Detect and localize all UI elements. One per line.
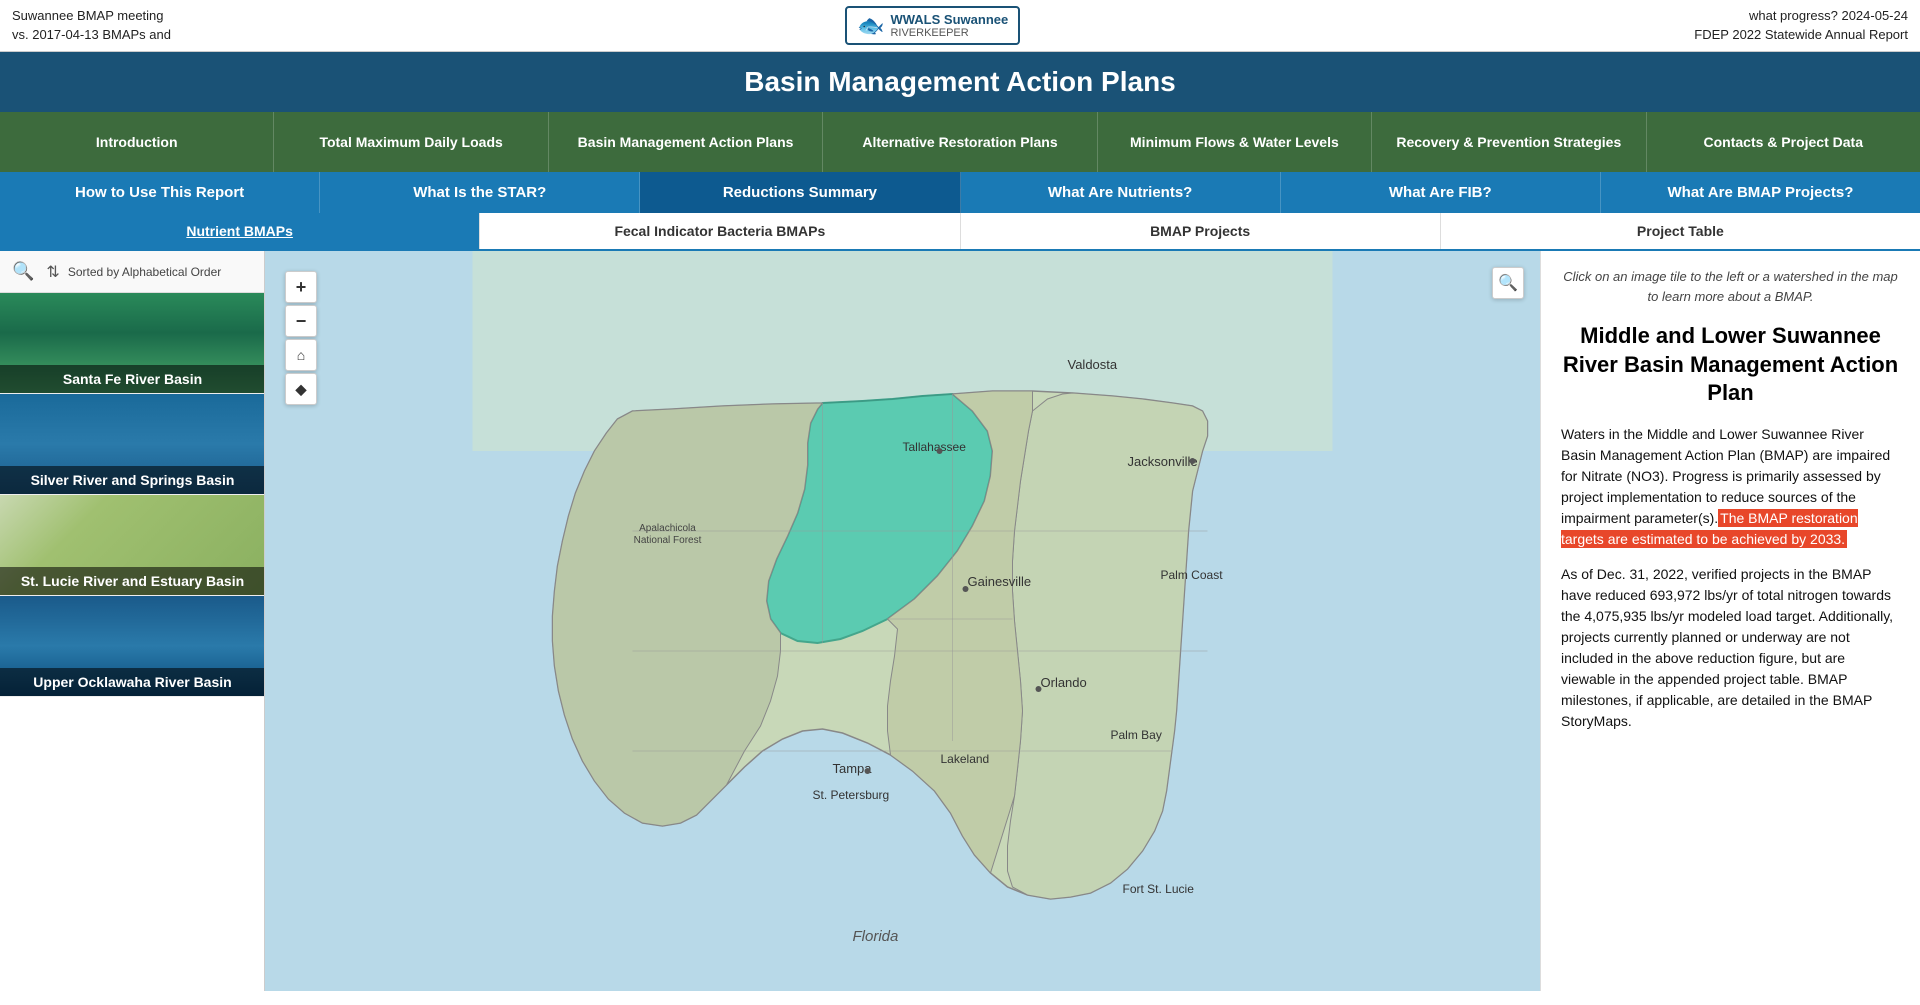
zoom-in-button[interactable]: + bbox=[285, 271, 317, 303]
sidebar-header: 🔍 ⇅ Sorted by Alphabetical Order bbox=[0, 251, 264, 293]
basin-label-upper-ock: Upper Ocklawaha River Basin bbox=[0, 668, 265, 696]
nav2-fib[interactable]: What Are FIB? bbox=[1281, 172, 1601, 213]
top-bar-logo: 🐟 WWALS Suwannee RIVERKEEPER bbox=[845, 6, 1020, 46]
svg-text:Orlando: Orlando bbox=[1041, 675, 1087, 690]
sidebar: 🔍 ⇅ Sorted by Alphabetical Order Santa F… bbox=[0, 251, 265, 991]
svg-text:Palm Bay: Palm Bay bbox=[1111, 728, 1162, 742]
bmap-para1: Waters in the Middle and Lower Suwannee … bbox=[1561, 424, 1900, 550]
main-content: 🔍 ⇅ Sorted by Alphabetical Order Santa F… bbox=[0, 251, 1920, 991]
hint-text: Click on an image tile to the left or a … bbox=[1561, 267, 1900, 306]
search-icon[interactable]: 🔍 bbox=[12, 261, 34, 282]
svg-text:Tallahassee: Tallahassee bbox=[903, 440, 967, 454]
top-bar-right: what progress? 2024-05-24 FDEP 2022 Stat… bbox=[1694, 7, 1908, 43]
svg-text:Florida: Florida bbox=[853, 928, 899, 945]
nav3-fib-bmaps[interactable]: Fecal Indicator Bacteria BMAPs bbox=[480, 213, 960, 249]
nav1-introduction[interactable]: Introduction bbox=[0, 112, 274, 172]
top-bar-left: Suwannee BMAP meeting vs. 2017-04-13 BMA… bbox=[12, 7, 171, 43]
map-controls: + − ⌂ ◆ bbox=[285, 271, 317, 405]
nav-bar-1: Introduction Total Maximum Daily Loads B… bbox=[0, 112, 1920, 172]
nav2-reductions[interactable]: Reductions Summary bbox=[640, 172, 960, 213]
basin-label-santa-fe: Santa Fe River Basin bbox=[0, 365, 265, 393]
svg-text:Lakeland: Lakeland bbox=[941, 752, 990, 766]
logo-name: WWALS Suwannee bbox=[890, 12, 1008, 28]
basin-item-st-lucie[interactable]: St. Lucie River and Estuary Basin bbox=[0, 495, 264, 596]
nav3-project-table[interactable]: Project Table bbox=[1441, 213, 1920, 249]
nav2-how-to-use[interactable]: How to Use This Report bbox=[0, 172, 320, 213]
nav1-recovery[interactable]: Recovery & Prevention Strategies bbox=[1372, 112, 1646, 172]
basin-thumb-santa-fe: Santa Fe River Basin bbox=[0, 293, 265, 393]
main-title: Basin Management Action Plans bbox=[0, 52, 1920, 112]
svg-text:National Forest: National Forest bbox=[634, 535, 702, 546]
nav1-alt-restoration[interactable]: Alternative Restoration Plans bbox=[823, 112, 1097, 172]
nav-bar-3: Nutrient BMAPs Fecal Indicator Bacteria … bbox=[0, 213, 1920, 251]
right-panel: Click on an image tile to the left or a … bbox=[1540, 251, 1920, 991]
home-button[interactable]: ⌂ bbox=[285, 339, 317, 371]
svg-text:Palm Coast: Palm Coast bbox=[1161, 568, 1224, 582]
nav2-star[interactable]: What Is the STAR? bbox=[320, 172, 640, 213]
compass-button[interactable]: ◆ bbox=[285, 373, 317, 405]
svg-text:Apalachicola: Apalachicola bbox=[639, 523, 696, 534]
nav2-bmap-projects[interactable]: What Are BMAP Projects? bbox=[1601, 172, 1920, 213]
sort-icon: ⇅ bbox=[46, 262, 59, 282]
basin-label-st-lucie: St. Lucie River and Estuary Basin bbox=[0, 567, 265, 595]
nav2-nutrients[interactable]: What Are Nutrients? bbox=[961, 172, 1281, 213]
nav1-tmdl[interactable]: Total Maximum Daily Loads bbox=[274, 112, 548, 172]
svg-text:Fort St. Lucie: Fort St. Lucie bbox=[1123, 882, 1195, 896]
sort-label: Sorted by Alphabetical Order bbox=[68, 265, 221, 279]
nav1-contacts[interactable]: Contacts & Project Data bbox=[1647, 112, 1920, 172]
bmap-para2: As of Dec. 31, 2022, verified projects i… bbox=[1561, 564, 1900, 732]
basin-thumb-upper-ock: Upper Ocklawaha River Basin bbox=[0, 596, 265, 696]
basin-thumb-st-lucie: St. Lucie River and Estuary Basin bbox=[0, 495, 265, 595]
basin-thumb-silver: Silver River and Springs Basin bbox=[0, 394, 265, 494]
svg-text:Gainesville: Gainesville bbox=[968, 574, 1032, 589]
nav1-bmap[interactable]: Basin Management Action Plans bbox=[549, 112, 823, 172]
svg-text:Jacksonville: Jacksonville bbox=[1128, 454, 1198, 469]
svg-text:Valdosta: Valdosta bbox=[1068, 357, 1118, 372]
top-bar: Suwannee BMAP meeting vs. 2017-04-13 BMA… bbox=[0, 0, 1920, 52]
basin-item-santa-fe[interactable]: Santa Fe River Basin bbox=[0, 293, 264, 394]
fish-icon: 🐟 bbox=[857, 13, 884, 39]
basin-item-upper-ock[interactable]: Upper Ocklawaha River Basin bbox=[0, 596, 264, 697]
nav3-nutrient-bmaps[interactable]: Nutrient BMAPs bbox=[0, 213, 480, 249]
florida-map-svg: Valdosta Tallahassee Jacksonville Apalac… bbox=[265, 251, 1540, 991]
basin-item-silver[interactable]: Silver River and Springs Basin bbox=[0, 394, 264, 495]
bmap-title: Middle and Lower Suwannee River Basin Ma… bbox=[1561, 322, 1900, 408]
basin-label-silver: Silver River and Springs Basin bbox=[0, 466, 265, 494]
zoom-out-button[interactable]: − bbox=[285, 305, 317, 337]
logo-subtitle: RIVERKEEPER bbox=[890, 27, 1008, 39]
svg-text:St. Petersburg: St. Petersburg bbox=[813, 788, 890, 802]
nav1-min-flows[interactable]: Minimum Flows & Water Levels bbox=[1098, 112, 1372, 172]
map-container[interactable]: + − ⌂ ◆ 🔍 bbox=[265, 251, 1540, 991]
nav-bar-2: How to Use This Report What Is the STAR?… bbox=[0, 172, 1920, 213]
nav3-bmap-projects[interactable]: BMAP Projects bbox=[961, 213, 1441, 249]
